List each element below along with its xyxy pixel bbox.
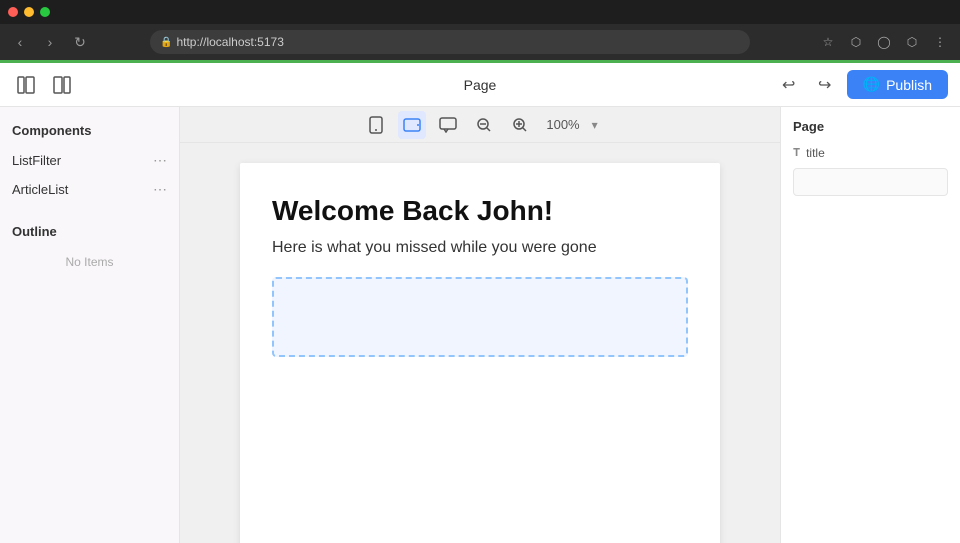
title-property-label: title (806, 146, 825, 160)
back-button[interactable]: ‹ (8, 30, 32, 54)
toggle-right-panel-button[interactable] (48, 71, 76, 99)
lock-icon: 🔒 (160, 37, 172, 48)
publish-label: Publish (886, 77, 932, 93)
address-text: http://localhost:5173 (176, 35, 283, 49)
menu-icon[interactable]: ⋮ (928, 30, 952, 54)
page-title: Page (464, 77, 497, 93)
zoom-out-button[interactable] (470, 111, 498, 139)
zoom-dropdown-chevron[interactable]: ▾ (592, 118, 598, 132)
comment-view-button[interactable] (434, 111, 462, 139)
refresh-button[interactable]: ↻ (68, 30, 92, 54)
traffic-light-red[interactable] (8, 7, 18, 17)
components-section-title: Components (0, 119, 179, 146)
redo-button[interactable]: ↪ (811, 71, 839, 99)
zoom-in-button[interactable] (506, 111, 534, 139)
list-filter-item[interactable]: ListFilter ⋯ (0, 146, 179, 175)
canvas-page-subtitle: Here is what you missed while you were g… (272, 239, 688, 257)
extension-icon[interactable]: ⬡ (844, 30, 868, 54)
traffic-light-yellow[interactable] (24, 7, 34, 17)
browser-chrome: ‹ › ↻ 🔒 http://localhost:5173 ☆ ⬡ ◯ ⬡ ⋮ (0, 0, 960, 63)
undo-button[interactable]: ↩ (775, 71, 803, 99)
browser-titlebar (0, 0, 960, 24)
address-bar[interactable]: 🔒 http://localhost:5173 (150, 30, 750, 54)
panel-right-icon (53, 76, 71, 94)
no-items-label: No Items (0, 247, 179, 277)
canvas-content: Welcome Back John! Here is what you miss… (180, 143, 780, 543)
forward-button[interactable]: › (38, 30, 62, 54)
publish-button[interactable]: 🌐 Publish (847, 70, 948, 99)
mobile-view-button[interactable] (362, 111, 390, 139)
profile-icon[interactable]: ◯ (872, 30, 896, 54)
list-filter-dots[interactable]: ⋯ (153, 152, 167, 169)
traffic-light-green[interactable] (40, 7, 50, 17)
panel-left-icon (17, 76, 35, 94)
canvas-toolbar: 100% ▾ (180, 107, 780, 143)
right-sidebar-title: Page (793, 119, 948, 134)
article-list-dots[interactable]: ⋯ (153, 181, 167, 198)
canvas-page-title: Welcome Back John! (272, 195, 688, 227)
title-property-row: 𝐓 title (793, 146, 948, 160)
zoom-level: 100% (542, 117, 583, 132)
canvas-area: 100% ▾ Welcome Back John! Here is what y… (180, 107, 780, 543)
article-list-label: ArticleList (12, 182, 68, 197)
top-bar: Page ↩ ↪ 🌐 Publish (0, 63, 960, 107)
outline-section-title: Outline (0, 220, 179, 247)
text-type-icon: 𝐓 (793, 147, 800, 160)
list-filter-label: ListFilter (12, 153, 61, 168)
extension2-icon[interactable]: ⬡ (900, 30, 924, 54)
article-list-item[interactable]: ArticleList ⋯ (0, 175, 179, 204)
title-value-box[interactable] (793, 168, 948, 196)
star-icon[interactable]: ☆ (816, 30, 840, 54)
page-canvas: Welcome Back John! Here is what you miss… (240, 163, 720, 543)
tablet-view-button[interactable] (398, 111, 426, 139)
globe-icon: 🌐 (863, 76, 880, 93)
right-sidebar: Page 𝐓 title (780, 107, 960, 543)
toggle-left-panel-button[interactable] (12, 71, 40, 99)
drop-zone[interactable] (272, 277, 688, 357)
left-sidebar: Components ListFilter ⋯ ArticleList ⋯ Ou… (0, 107, 180, 543)
